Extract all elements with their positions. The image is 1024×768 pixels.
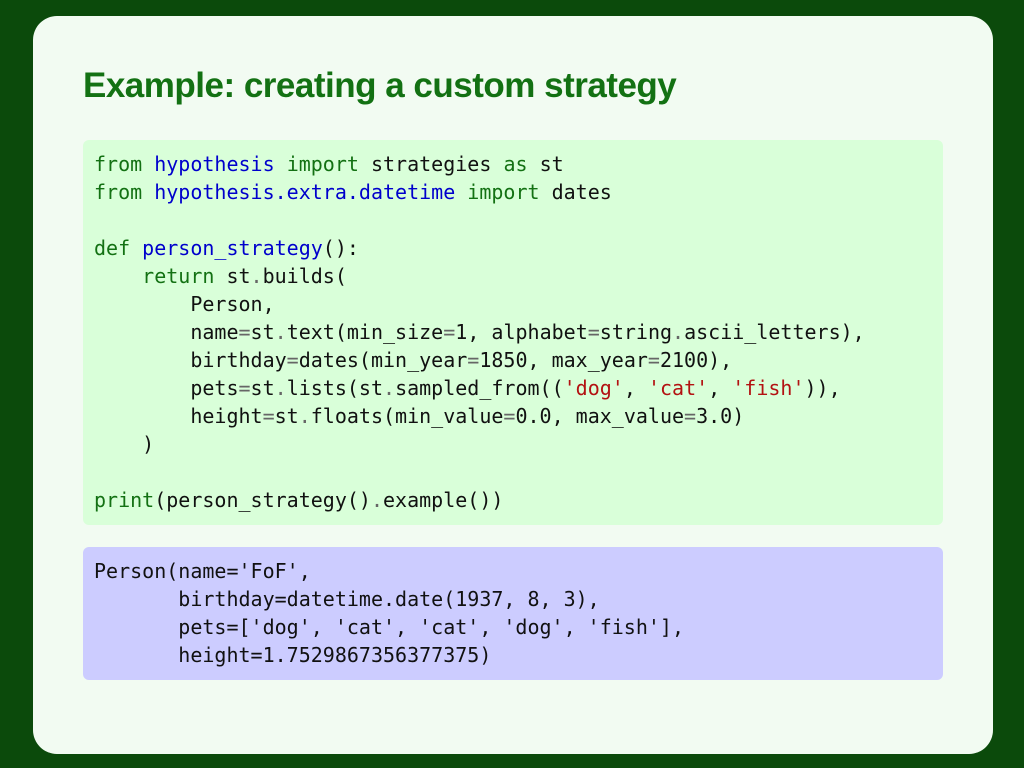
code-token: . xyxy=(250,264,263,288)
code-token: dates(min_year xyxy=(298,348,468,372)
code-line: from hypothesis import strategies as st xyxy=(94,150,933,178)
code-token: 1, alphabet xyxy=(455,320,588,344)
code-token: birthday xyxy=(94,348,287,372)
code-token: . xyxy=(298,404,311,428)
code-line: name=st.text(min_size=1, alphabet=string… xyxy=(94,318,933,346)
code-token: lists(st xyxy=(286,376,384,400)
code-token: return xyxy=(142,264,215,288)
code-token: hypothesis xyxy=(154,152,275,176)
code-token: = xyxy=(286,348,299,372)
code-token: = xyxy=(262,404,275,428)
code-listing: from hypothesis import strategies as st f… xyxy=(94,150,933,514)
output-line: Person(name='FoF', xyxy=(94,559,311,583)
code-line: return st.builds( xyxy=(94,262,933,290)
code-token: pets xyxy=(94,376,239,400)
code-token: st xyxy=(250,376,275,400)
code-token: hypothesis.extra.datetime xyxy=(154,180,456,204)
output-listing: Person(name='FoF', birthday=datetime.dat… xyxy=(94,557,933,669)
code-token: 'dog' xyxy=(563,376,624,400)
code-token: 1850, max_year xyxy=(479,348,648,372)
code-token: import xyxy=(286,152,359,176)
code-line: from hypothesis.extra.datetime import da… xyxy=(94,178,933,206)
code-token: print xyxy=(94,488,155,512)
code-token: )), xyxy=(804,376,841,400)
code-token: def xyxy=(94,236,131,260)
code-line: ) xyxy=(94,430,933,458)
code-line: pets=st.lists(st.sampled_from(('dog', 'c… xyxy=(94,374,933,402)
code-token: person_strategy xyxy=(142,236,323,260)
output-line: birthday=datetime.date(1937, 8, 3), xyxy=(94,587,600,611)
code-token: = xyxy=(238,376,251,400)
code-line: height=st.floats(min_value=0.0, max_valu… xyxy=(94,402,933,430)
code-token: 2100), xyxy=(659,348,733,372)
code-token: name xyxy=(94,320,239,344)
code-token: . xyxy=(274,376,287,400)
code-token: = xyxy=(467,348,480,372)
code-token: = xyxy=(238,320,251,344)
code-token: st xyxy=(214,264,251,288)
code-token: st xyxy=(274,404,299,428)
code-token: , xyxy=(708,376,733,400)
code-token: . xyxy=(383,376,396,400)
output-block: Person(name='FoF', birthday=datetime.dat… xyxy=(83,547,943,680)
code-token: st xyxy=(250,320,275,344)
code-token: (person_strategy() xyxy=(154,488,371,512)
code-token: from xyxy=(94,152,143,176)
code-token: (): xyxy=(322,236,359,260)
code-token: . xyxy=(274,320,287,344)
code-token: strategies xyxy=(358,152,504,176)
code-token: 0.0, max_value xyxy=(515,404,685,428)
code-token: = xyxy=(503,404,516,428)
code-token: . xyxy=(672,320,685,344)
code-token: height xyxy=(94,404,263,428)
code-token: st xyxy=(527,152,564,176)
code-token: , xyxy=(623,376,648,400)
code-line: birthday=dates(min_year=1850, max_year=2… xyxy=(94,346,933,374)
slide: Example: creating a custom strategy from… xyxy=(33,16,993,754)
code-line: print(person_strategy().example()) xyxy=(94,486,933,514)
code-line: Person, xyxy=(94,290,933,318)
code-token: floats(min_value xyxy=(310,404,504,428)
code-token: Person, xyxy=(94,292,275,316)
code-block: from hypothesis import strategies as st f… xyxy=(83,140,943,525)
code-token: = xyxy=(684,404,697,428)
code-token: builds( xyxy=(262,264,347,288)
slide-title: Example: creating a custom strategy xyxy=(83,66,677,105)
code-token: example()) xyxy=(383,488,504,512)
code-token: as xyxy=(503,152,528,176)
code-token: = xyxy=(587,320,600,344)
code-token: dates xyxy=(539,180,612,204)
code-token: text(min_size xyxy=(286,320,444,344)
code-line: def person_strategy(): xyxy=(94,234,933,262)
code-token: ) xyxy=(94,432,155,456)
code-token: . xyxy=(370,488,384,512)
code-token: = xyxy=(647,348,660,372)
code-token: string xyxy=(599,320,673,344)
code-token: 'fish' xyxy=(732,376,805,400)
code-token: sampled_from(( xyxy=(395,376,564,400)
output-line: pets=['dog', 'cat', 'cat', 'dog', 'fish'… xyxy=(94,615,685,639)
output-line: height=1.7529867356377375) xyxy=(94,643,492,667)
code-token: from xyxy=(94,180,143,204)
code-token: 3.0) xyxy=(696,404,745,428)
code-token: import xyxy=(467,180,540,204)
code-token: = xyxy=(443,320,456,344)
code-token: 'cat' xyxy=(647,376,709,400)
code-token: ascii_letters), xyxy=(684,320,865,344)
